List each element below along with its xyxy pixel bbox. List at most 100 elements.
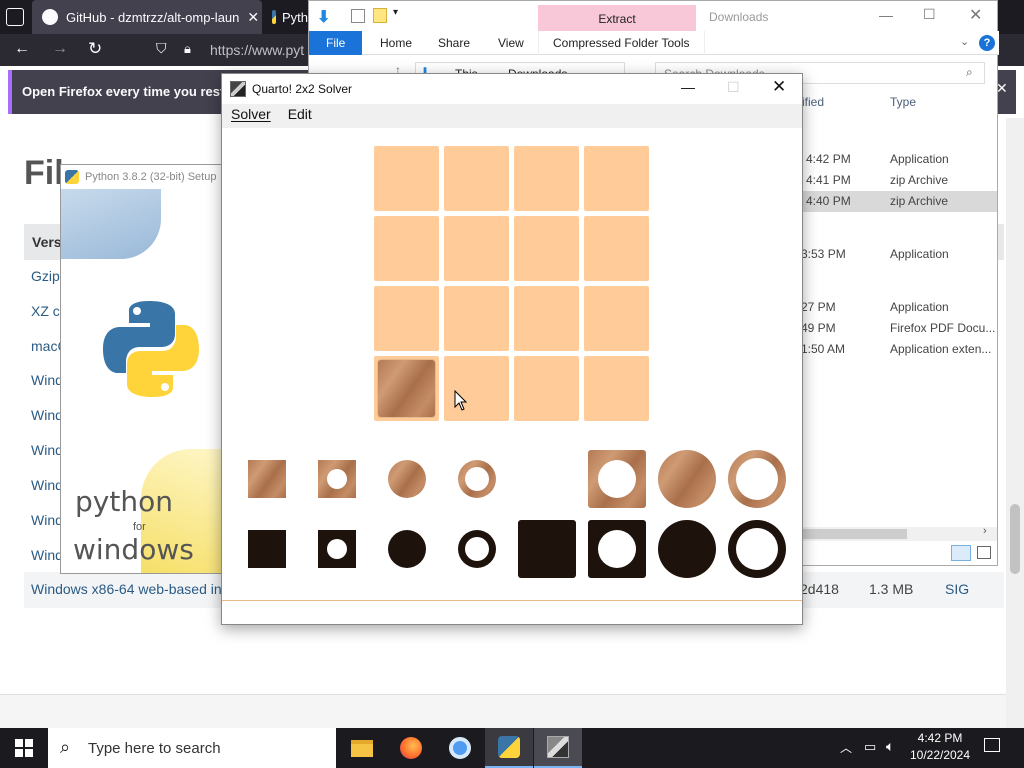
board-cell[interactable] — [514, 356, 579, 421]
board-cell[interactable] — [374, 356, 439, 421]
shield-icon[interactable]: ⛉ — [156, 40, 167, 57]
piece-light-square-large-hollow[interactable] — [588, 450, 646, 508]
list-item[interactable]: 1:50 AM Application exten... — [799, 339, 999, 359]
start-button[interactable] — [0, 728, 48, 768]
board-cell[interactable] — [444, 286, 509, 351]
board-cell[interactable] — [584, 216, 649, 281]
windows-logo-icon — [15, 739, 33, 757]
help-icon[interactable]: ? — [979, 35, 995, 51]
back-arrow-icon[interactable]: ← — [14, 40, 30, 58]
piece-light-square-small-solid[interactable] — [248, 460, 286, 498]
placed-piece[interactable] — [378, 360, 435, 417]
sig-link[interactable]: SIG — [945, 581, 969, 597]
piece-dark-round-small-solid[interactable] — [388, 530, 426, 568]
piece-dark-square-small-hollow[interactable] — [318, 530, 356, 568]
page-heading: Fil — [24, 154, 64, 192]
scrollbar-thumb[interactable] — [803, 529, 907, 539]
piece-dark-round-small-hollow[interactable] — [458, 530, 496, 568]
piece-light-round-small-solid[interactable] — [388, 460, 426, 498]
piece-dark-square-large-solid[interactable] — [518, 520, 576, 578]
list-item-selected[interactable]: 4:40 PM zip Archive — [799, 191, 997, 212]
chevron-up-icon[interactable]: ︿ — [840, 739, 852, 756]
new-folder-icon[interactable] — [373, 8, 387, 23]
taskbar-search-box[interactable]: ⌕ Type here to search — [48, 728, 336, 768]
type-cell: Application — [890, 300, 949, 314]
list-item[interactable]: 49 PM Firefox PDF Docu... — [799, 318, 999, 338]
details-view-icon[interactable] — [951, 545, 971, 561]
taskbar-file-explorer[interactable] — [338, 728, 386, 768]
board-cell[interactable] — [514, 146, 579, 211]
list-item[interactable]: 27 PM Application — [799, 297, 999, 317]
piece-light-square-small-hollow[interactable] — [318, 460, 356, 498]
ribbon-tab-share[interactable]: Share — [424, 31, 484, 55]
brand-windows: windows — [73, 533, 194, 566]
github-icon — [42, 9, 58, 25]
chevron-down-icon[interactable]: ▾ — [393, 7, 398, 18]
installer-link[interactable]: Windows x86-64 web-based ins — [31, 581, 229, 597]
url-bar[interactable]: https://www.pyt — [210, 42, 304, 58]
page-scrollbar[interactable] — [1006, 118, 1024, 728]
board-cell[interactable] — [584, 146, 649, 211]
ribbon-expand-icon[interactable]: ⌄ — [960, 35, 969, 48]
board-cell[interactable] — [584, 286, 649, 351]
search-icon: ⌕ — [966, 65, 973, 79]
board-cell[interactable] — [514, 216, 579, 281]
forward-arrow-icon[interactable]: → — [52, 40, 68, 58]
list-item[interactable]: 3:53 PM Application — [799, 244, 999, 264]
piece-light-round-large-hollow[interactable] — [728, 450, 786, 508]
piece-light-round-small-hollow[interactable] — [458, 460, 496, 498]
type-cell: Application — [890, 152, 949, 166]
scroll-right-icon[interactable]: › — [983, 525, 987, 537]
tab-list-icon[interactable] — [6, 8, 24, 26]
ribbon-tab-file[interactable]: File — [309, 31, 363, 55]
notifications-icon[interactable] — [984, 738, 1000, 752]
board-cell[interactable] — [374, 216, 439, 281]
list-item[interactable]: 4:42 PM Application — [799, 149, 999, 169]
piece-light-round-large-solid[interactable] — [658, 450, 716, 508]
maximize-icon[interactable]: ☐ — [923, 6, 936, 23]
taskbar-chrome[interactable] — [436, 728, 484, 768]
column-type[interactable]: Type — [890, 95, 916, 109]
minimize-icon[interactable]: — — [879, 7, 893, 23]
horizontal-scrollbar[interactable]: › — [803, 525, 997, 541]
taskbar-firefox[interactable] — [387, 728, 435, 768]
minimize-icon[interactable]: — — [681, 79, 695, 95]
ribbon-tab-compressed-folder-tools[interactable]: Compressed Folder Tools — [538, 31, 705, 55]
lock-icon[interactable]: 🔒︎ — [184, 41, 191, 57]
board-cell[interactable] — [444, 216, 509, 281]
network-icon[interactable]: ▭ — [864, 739, 876, 755]
ribbon-tab-home[interactable]: Home — [366, 31, 426, 55]
board-cell[interactable] — [374, 286, 439, 351]
taskbar-clock[interactable]: 4:42 PM 10/22/2024 — [908, 731, 972, 762]
properties-icon[interactable] — [351, 9, 365, 23]
volume-muted-icon[interactable]: 🔈︎ — [886, 738, 894, 755]
board-cell[interactable] — [444, 146, 509, 211]
taskbar-quarto[interactable] — [534, 728, 582, 768]
taskbar-python-installer[interactable] — [485, 728, 533, 768]
menu-solver[interactable]: Solver — [222, 104, 279, 128]
close-icon[interactable]: ✕ — [969, 5, 982, 25]
reload-icon[interactable]: ↻ — [88, 39, 102, 59]
piece-dark-square-large-hollow[interactable] — [588, 520, 646, 578]
extract-context-tab[interactable]: Extract — [538, 5, 696, 33]
ribbon-tab-view[interactable]: View — [484, 31, 538, 55]
list-item[interactable]: 4:41 PM zip Archive — [799, 170, 999, 190]
close-tab-icon[interactable]: ✕ — [247, 9, 259, 26]
board-cell[interactable] — [374, 146, 439, 211]
type-cell: Application — [890, 247, 949, 261]
type-cell: Firefox PDF Docu... — [890, 321, 996, 335]
scrollbar-thumb[interactable] — [1010, 504, 1020, 574]
close-icon[interactable]: ✕ — [772, 77, 786, 97]
browser-icon — [449, 737, 471, 759]
piece-dark-round-large-solid[interactable] — [658, 520, 716, 578]
menu-edit[interactable]: Edit — [279, 104, 320, 128]
board-cell[interactable] — [514, 286, 579, 351]
large-icons-view-icon[interactable] — [977, 546, 991, 559]
tab-github[interactable]: GitHub - dzmtrzz/alt-omp-laun ✕ — [32, 0, 262, 34]
tab-label: Pyth — [281, 9, 308, 25]
piece-dark-round-large-hollow[interactable] — [728, 520, 786, 578]
piece-dark-square-small-solid[interactable] — [248, 530, 286, 568]
tab-python[interactable]: Pyth — [262, 0, 308, 34]
board-cell[interactable] — [584, 356, 649, 421]
column-date-modified[interactable]: ified — [802, 95, 824, 109]
